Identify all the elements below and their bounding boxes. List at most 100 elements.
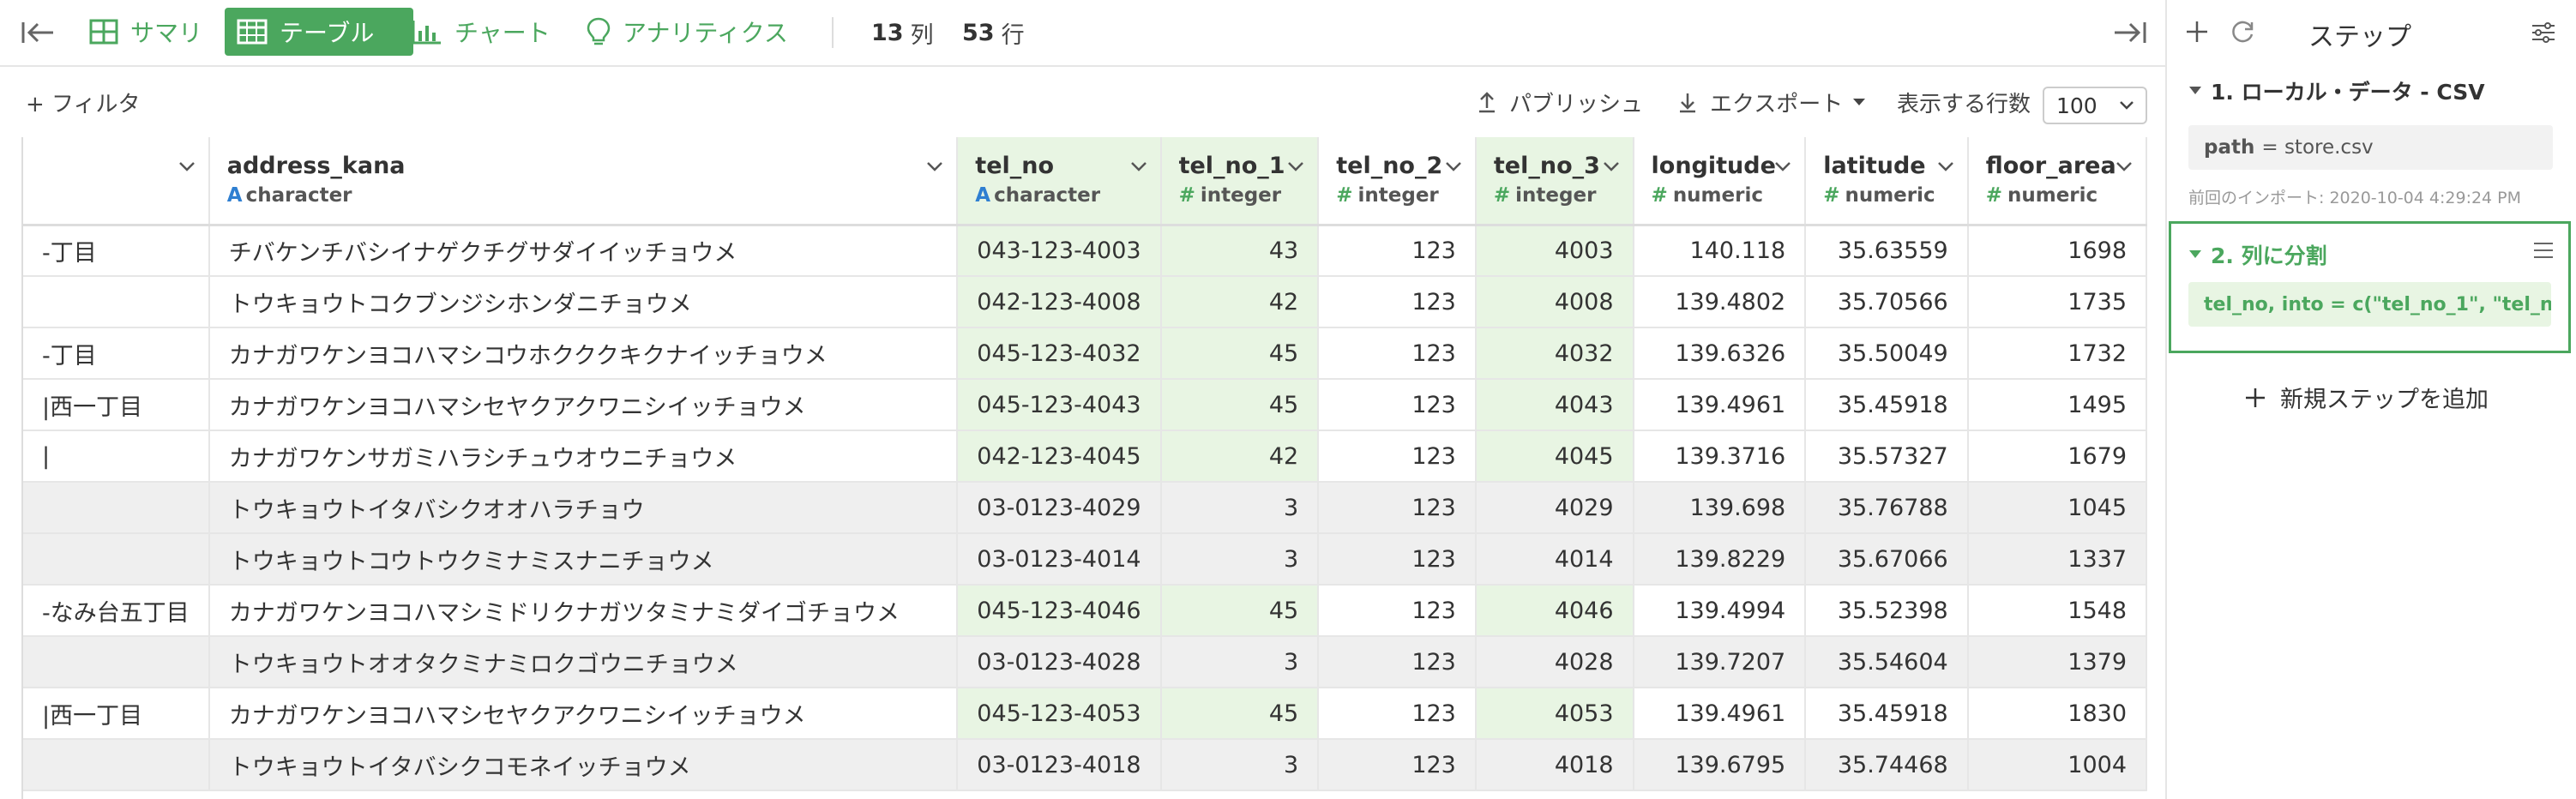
table-cell[interactable]: 042-123-4045 [957,430,1162,483]
table-cell[interactable]: 1698 [1967,225,2147,277]
table-cell[interactable]: 03-0123-4018 [957,739,1162,791]
table-cell[interactable]: トウキョウトコクブンジシホンダニチョウメ [208,276,959,328]
table-cell[interactable]: 4014 [1475,533,1634,586]
tab-analytics[interactable]: アナリティクス [575,8,800,56]
table-cell[interactable]: |西一丁目 [23,688,210,740]
table-cell[interactable]: 123 [1318,688,1477,740]
table-cell[interactable]: 139.3716 [1633,430,1807,483]
table-cell[interactable]: 35.67066 [1805,533,1969,586]
table-cell[interactable]: | [23,430,210,483]
publish-button[interactable]: パブリッシュ [1477,67,1643,137]
table-cell[interactable]: 1045 [1967,482,2147,534]
column-header[interactable] [23,137,210,226]
table-cell[interactable]: トウキョウトオオタクミナミロクゴウニチョウメ [208,636,959,688]
table-cell[interactable]: 123 [1318,379,1477,431]
table-cell[interactable]: 1004 [1967,739,2147,791]
table-cell[interactable]: 4018 [1475,739,1634,791]
table-cell[interactable]: -なみ台五丁目 [23,585,210,637]
collapse-right-icon[interactable] [2113,0,2147,65]
column-header[interactable]: tel_no_3 # integer [1475,137,1634,226]
table-cell[interactable]: チバケンチバシイナゲクチグサダイイッチョウメ [208,225,959,277]
table-cell[interactable]: 35.70566 [1805,276,1969,328]
table-cell[interactable]: 3 [1160,482,1320,534]
table-cell[interactable]: 1735 [1967,276,2147,328]
table-cell[interactable]: |西一丁目 [23,379,210,431]
filter-button[interactable]: + フィルタ [26,67,141,137]
table-cell[interactable]: 123 [1318,739,1477,791]
column-menu-chevron-icon[interactable] [1444,159,1463,173]
table-cell[interactable]: -丁目 [23,327,210,380]
table-cell[interactable]: 35.45918 [1805,379,1969,431]
table-cell[interactable]: トウキョウトイタバシクオオハラチョウ [208,482,959,534]
table-cell[interactable]: 1732 [1967,327,2147,380]
table-cell[interactable]: 045-123-4043 [957,379,1162,431]
table-cell[interactable]: 123 [1318,276,1477,328]
column-menu-chevron-icon[interactable] [1773,159,1792,173]
table-cell[interactable]: 123 [1318,585,1477,637]
tab-chart[interactable]: チャート [400,8,563,56]
refresh-icon[interactable] [2230,19,2256,45]
table-cell[interactable]: 03-0123-4029 [957,482,1162,534]
table-cell[interactable] [23,482,210,534]
table-cell[interactable]: 045-123-4032 [957,327,1162,380]
table-cell[interactable]: 045-123-4046 [957,585,1162,637]
step-2-card[interactable]: 2. 列に分割 tel_no, into = c("tel_no_1", "te… [2169,221,2571,353]
table-cell[interactable]: 043-123-4003 [957,225,1162,277]
column-header[interactable]: floor_area # numeric [1967,137,2147,226]
table-cell[interactable]: カナガワケンヨコハマシセヤクアクワニシイッチョウメ [208,379,959,431]
table-cell[interactable]: カナガワケンヨコハマシセヤクアクワニシイッチョウメ [208,688,959,740]
column-menu-chevron-icon[interactable] [1129,159,1148,173]
table-cell[interactable]: 123 [1318,482,1477,534]
table-cell[interactable]: 35.54604 [1805,636,1969,688]
table-cell[interactable]: 139.698 [1633,482,1807,534]
table-cell[interactable]: 123 [1318,636,1477,688]
table-cell[interactable]: 045-123-4053 [957,688,1162,740]
column-header[interactable]: longitude # numeric [1633,137,1807,226]
tab-table[interactable]: テーブル [225,8,413,56]
table-cell[interactable] [23,636,210,688]
table-cell[interactable]: 042-123-4008 [957,276,1162,328]
table-cell[interactable]: 35.74468 [1805,739,1969,791]
table-cell[interactable]: 139.4961 [1633,688,1807,740]
table-cell[interactable]: 4045 [1475,430,1634,483]
table-cell[interactable]: 4003 [1475,225,1634,277]
column-header[interactable]: tel_no_1 # integer [1160,137,1320,226]
table-cell[interactable]: 4008 [1475,276,1634,328]
table-cell[interactable]: カナガワケンサガミハラシチュウオウニチョウメ [208,430,959,483]
table-cell[interactable] [23,739,210,791]
step-2-param[interactable]: tel_no, into = c("tel_no_1", "tel_no... [2188,282,2551,327]
step-1-title[interactable]: 1. ローカル・データ - CSV [2188,75,2485,106]
table-cell[interactable]: 4029 [1475,482,1634,534]
table-cell[interactable]: 139.4961 [1633,379,1807,431]
hamburger-menu-icon[interactable] [2532,241,2555,260]
collapse-left-icon[interactable] [21,0,55,65]
column-menu-chevron-icon[interactable] [925,159,944,173]
table-cell[interactable]: -丁目 [23,225,210,277]
rows-select[interactable]: 100 [2043,87,2147,124]
table-cell[interactable]: 123 [1318,430,1477,483]
table-cell[interactable]: 45 [1160,327,1320,380]
column-menu-chevron-icon[interactable] [2115,159,2134,173]
table-cell[interactable]: 4028 [1475,636,1634,688]
table-cell[interactable]: 4046 [1475,585,1634,637]
tab-summary[interactable]: サマリ [77,8,214,56]
table-cell[interactable]: 123 [1318,533,1477,586]
table-cell[interactable]: 03-0123-4014 [957,533,1162,586]
add-step-button[interactable]: 新規ステップを追加 [2244,381,2489,414]
column-menu-chevron-icon[interactable] [1936,159,1955,173]
table-cell[interactable]: 35.45918 [1805,688,1969,740]
table-cell[interactable]: 1337 [1967,533,2147,586]
table-cell[interactable]: 1379 [1967,636,2147,688]
table-cell[interactable]: 35.50049 [1805,327,1969,380]
table-cell[interactable]: 123 [1318,225,1477,277]
table-cell[interactable] [23,276,210,328]
table-cell[interactable] [23,533,210,586]
table-cell[interactable]: 123 [1318,327,1477,380]
step-2-title[interactable]: 2. 列に分割 [2188,239,2327,270]
table-cell[interactable]: 1679 [1967,430,2147,483]
settings-sliders-icon[interactable] [2531,21,2556,45]
table-cell[interactable]: カナガワケンヨコハマシコウホクククキクナイッチョウメ [208,327,959,380]
table-cell[interactable]: 3 [1160,636,1320,688]
table-cell[interactable]: 3 [1160,739,1320,791]
table-cell[interactable]: 45 [1160,688,1320,740]
